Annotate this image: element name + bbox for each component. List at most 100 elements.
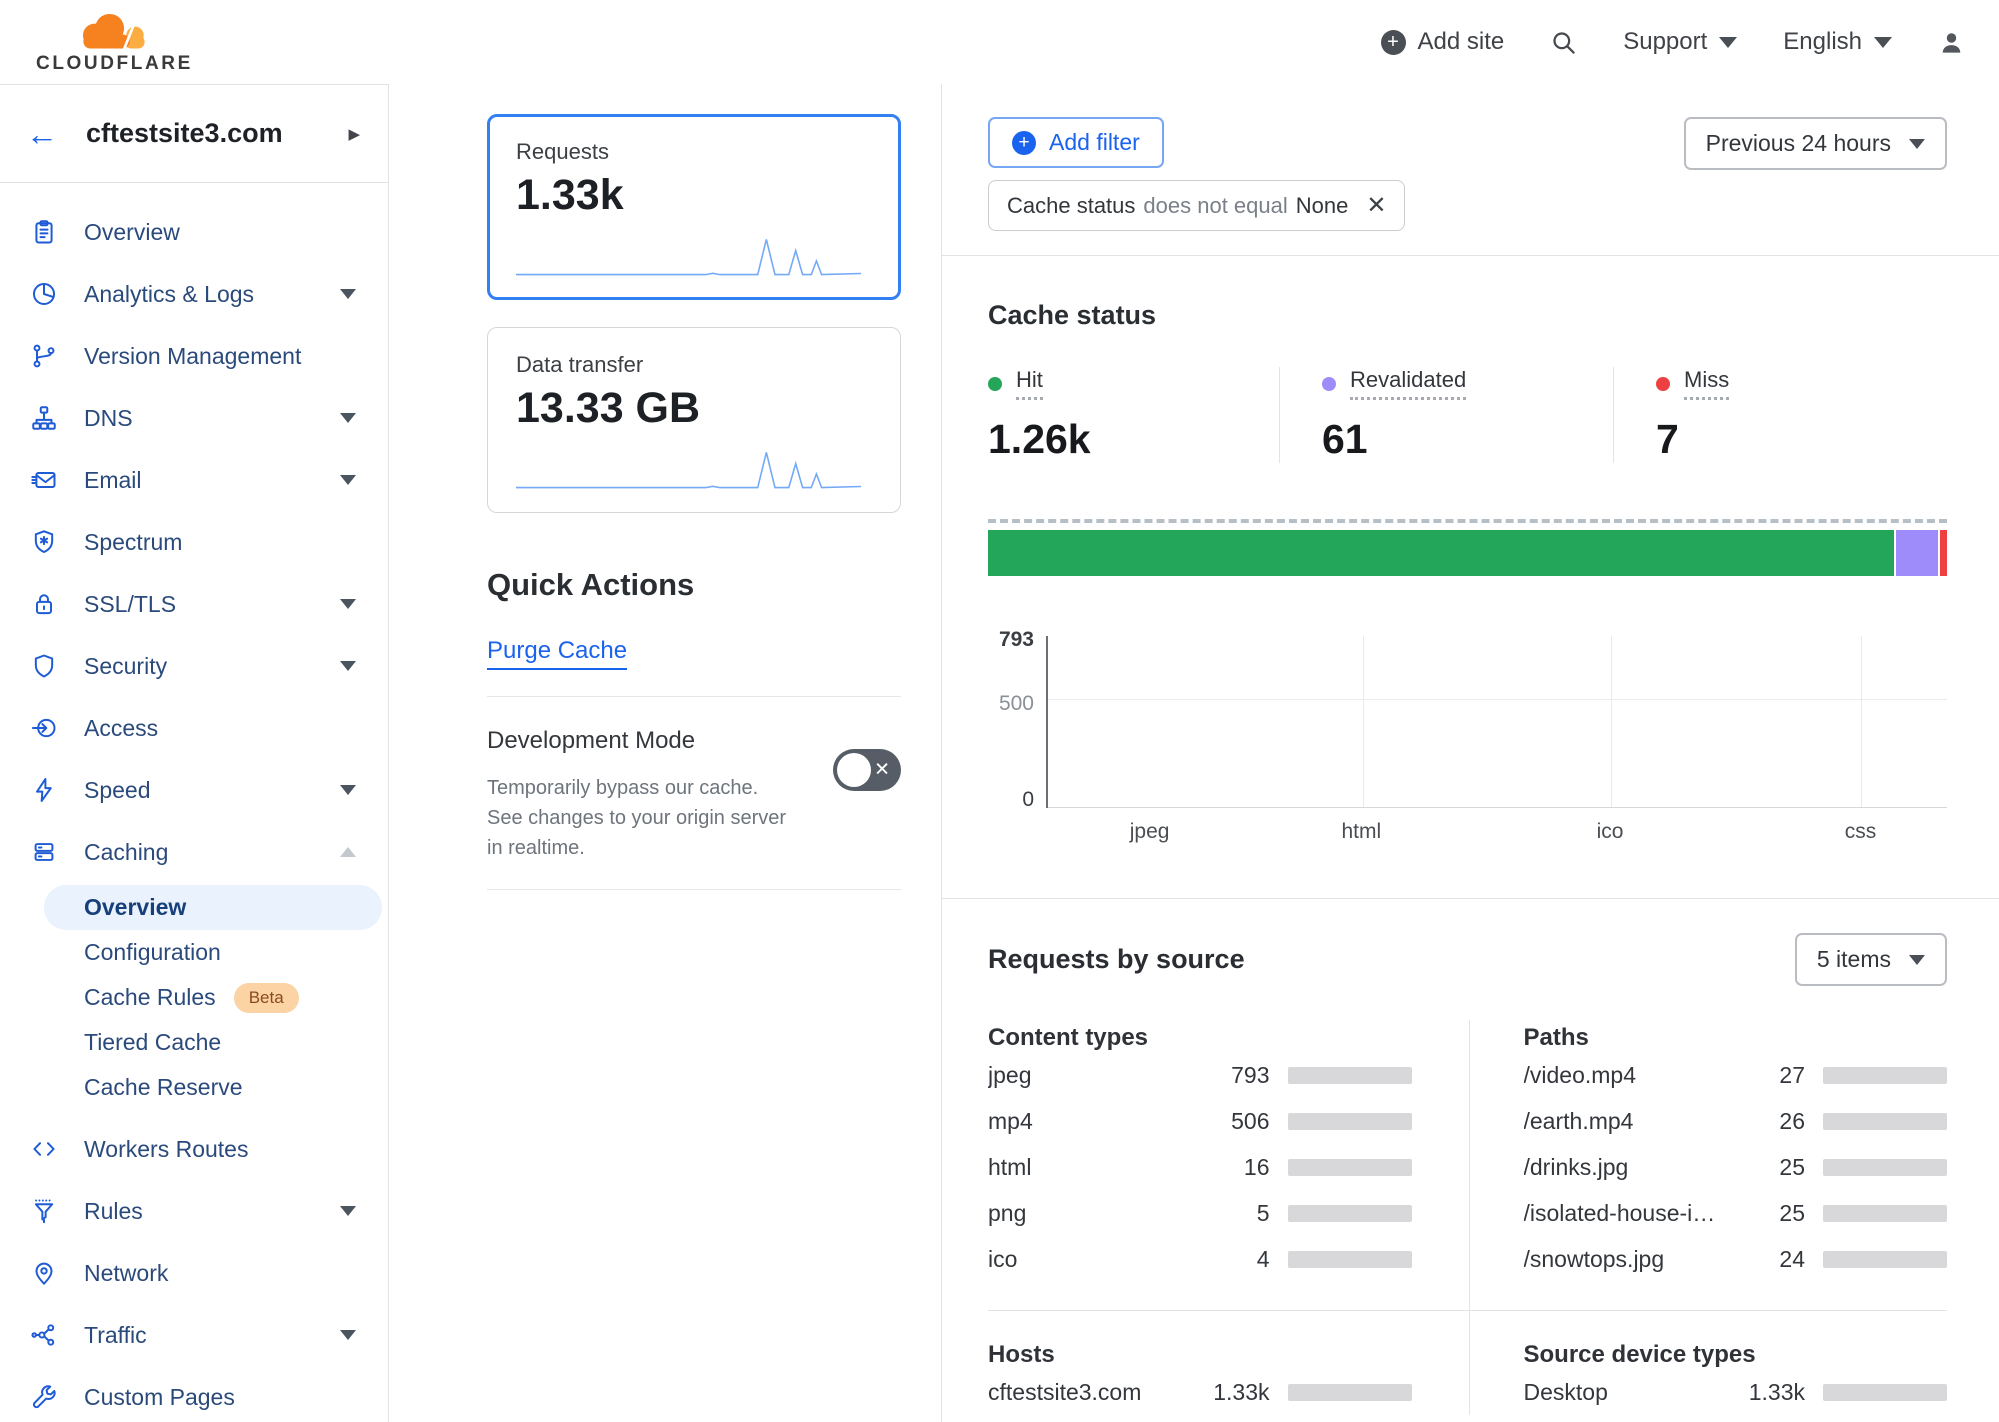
dashed-reference-line <box>988 519 1947 523</box>
sidebar-item-workers-routes[interactable]: Workers Routes <box>0 1118 388 1180</box>
add-site-label: Add site <box>1418 28 1505 56</box>
chevron-down-icon <box>340 599 356 609</box>
cache-status-title: Cache status <box>988 300 1947 331</box>
sidebar-item-label: Email <box>84 467 314 494</box>
content-types-table: Content types jpeg 793 mp4 506 html 16 <box>988 1024 1468 1282</box>
miss-stat: Miss 7 <box>1613 367 1947 463</box>
chevron-down-icon <box>340 661 356 671</box>
dev-mode-title: Development Mode <box>487 727 833 755</box>
miss-value: 7 <box>1656 416 1947 463</box>
row-bar <box>1823 1113 1947 1130</box>
sidebar-item-ssl-tls[interactable]: SSL/TLS <box>0 573 388 635</box>
sidebar-item-label: Spectrum <box>84 529 356 556</box>
time-range-select[interactable]: Previous 24 hours <box>1684 117 1947 170</box>
row-bar <box>1823 1205 1947 1222</box>
plus-icon: + <box>1381 30 1406 55</box>
chevron-down-icon <box>340 289 356 299</box>
sidebar-item-version-management[interactable]: Version Management <box>0 325 388 387</box>
sidebar-subitem-cache-reserve[interactable]: Cache Reserve <box>44 1065 382 1110</box>
funnel-icon <box>30 1197 58 1225</box>
row-label: /isolated-house-in-mo... <box>1524 1200 1726 1227</box>
items-count-select[interactable]: 5 items <box>1795 933 1947 986</box>
row-bar <box>1288 1067 1412 1084</box>
email-icon <box>30 466 58 494</box>
chevron-down-icon <box>340 413 356 423</box>
analytics-panel: + Add filter Cache status does not equal… <box>942 84 1999 1422</box>
subitem-label: Tiered Cache <box>84 1029 221 1056</box>
table-row: html 16 <box>988 1144 1412 1190</box>
paths-table: Paths /video.mp4 27 /earth.mp4 26 /drink… <box>1468 1024 1948 1282</box>
subitem-label: Configuration <box>84 939 221 966</box>
sidebar-item-caching[interactable]: Caching <box>0 821 388 883</box>
language-menu[interactable]: English <box>1783 28 1892 56</box>
cache-status-filter-chip[interactable]: Cache status does not equal None ✕ <box>988 180 1405 231</box>
table-row: jpeg 793 <box>988 1052 1412 1098</box>
data-transfer-sparkline <box>516 446 861 494</box>
sidebar-item-label: Analytics & Logs <box>84 281 314 308</box>
caching-submenu: Overview Configuration Cache Rules Beta … <box>0 883 388 1118</box>
back-arrow-icon[interactable]: ← <box>26 118 58 150</box>
hosts-table: Hosts cftestsite3.com 1.33k <box>988 1341 1468 1415</box>
sidebar-item-speed[interactable]: Speed <box>0 759 388 821</box>
y-tick: 0 <box>1022 788 1034 812</box>
sidebar-item-spectrum[interactable]: Spectrum <box>0 511 388 573</box>
sidebar-item-overview[interactable]: Overview <box>0 201 388 263</box>
remove-filter-icon[interactable]: ✕ <box>1366 191 1386 220</box>
sidebar-item-rules[interactable]: Rules <box>0 1180 388 1242</box>
sidebar-item-security[interactable]: Security <box>0 635 388 697</box>
table-row: /isolated-house-in-mo... 25 <box>1524 1190 1948 1236</box>
chart-x-label: jpeg <box>1130 820 1170 844</box>
sidebar-subitem-tiered-cache[interactable]: Tiered Cache <box>44 1020 382 1065</box>
sidebar-item-analytics-logs[interactable]: Analytics & Logs <box>0 263 388 325</box>
access-icon <box>30 714 58 742</box>
row-value: 5 <box>1190 1200 1270 1227</box>
filter-operator: does not equal <box>1143 193 1287 219</box>
sidebar-item-label: Network <box>84 1260 356 1287</box>
add-filter-label: Add filter <box>1049 129 1140 156</box>
requests-by-source-tables: Content types jpeg 793 mp4 506 html 16 <box>988 1024 1947 1415</box>
hit-label[interactable]: Hit <box>1016 367 1043 400</box>
table-row: /snowtops.jpg 24 <box>1524 1236 1948 1282</box>
time-range-label: Previous 24 hours <box>1706 130 1891 157</box>
sidebar-item-access[interactable]: Access <box>0 697 388 759</box>
sidebar-item-custom-pages[interactable]: Custom Pages <box>0 1366 388 1422</box>
row-value: 1.33k <box>1190 1379 1270 1406</box>
sidebar-subitem-caching-overview[interactable]: Overview <box>44 885 382 930</box>
sidebar-item-traffic[interactable]: Traffic <box>0 1304 388 1366</box>
sidebar-item-email[interactable]: Email <box>0 449 388 511</box>
table-row: cftestsite3.com 1.33k <box>988 1369 1412 1415</box>
source-device-types-title: Source device types <box>1524 1341 1948 1369</box>
subitem-label: Cache Reserve <box>84 1074 243 1101</box>
toggle-off-x-icon: ✕ <box>874 759 890 782</box>
revalidated-label[interactable]: Revalidated <box>1350 367 1466 400</box>
user-account-icon[interactable] <box>1938 29 1965 56</box>
data-transfer-metric-card[interactable]: Data transfer 13.33 GB <box>487 327 901 513</box>
sidebar-item-dns[interactable]: DNS <box>0 387 388 449</box>
requests-metric-card[interactable]: Requests 1.33k <box>487 114 901 300</box>
purge-cache-link[interactable]: Purge Cache <box>487 637 627 670</box>
miss-label[interactable]: Miss <box>1684 367 1729 400</box>
row-label: /drinks.jpg <box>1524 1154 1726 1181</box>
support-label: Support <box>1623 28 1707 56</box>
sidebar-item-network[interactable]: Network <box>0 1242 388 1304</box>
y-tick: 500 <box>999 692 1034 716</box>
sidebar-subitem-configuration[interactable]: Configuration <box>44 930 382 975</box>
chevron-down-icon <box>1874 37 1892 48</box>
filter-value: None <box>1296 193 1349 219</box>
row-bar <box>1288 1384 1412 1401</box>
row-label: /snowtops.jpg <box>1524 1246 1726 1273</box>
cloudflare-logo[interactable]: CLOUDFLARE <box>24 10 193 75</box>
sidebar-subitem-cache-rules[interactable]: Cache Rules Beta <box>44 975 382 1020</box>
divider <box>988 1310 1947 1311</box>
search-icon[interactable] <box>1550 29 1577 56</box>
chevron-right-icon[interactable]: ▶ <box>348 125 360 143</box>
support-menu[interactable]: Support <box>1623 28 1737 56</box>
add-site-button[interactable]: + Add site <box>1381 28 1505 56</box>
sidebar-item-label: Speed <box>84 777 314 804</box>
sidebar-item-label: DNS <box>84 405 314 432</box>
shield-icon <box>30 652 58 680</box>
dev-mode-toggle[interactable]: ✕ <box>833 749 901 791</box>
add-filter-button[interactable]: + Add filter <box>988 117 1164 168</box>
miss-dot-icon <box>1656 377 1670 391</box>
sidebar-item-label: Custom Pages <box>84 1384 356 1411</box>
